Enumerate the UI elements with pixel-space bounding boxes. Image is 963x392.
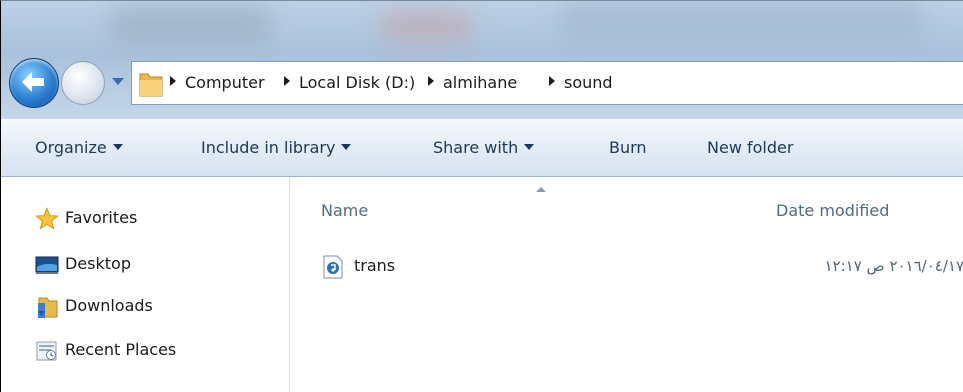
- breadcrumb-separator-icon[interactable]: [284, 76, 290, 86]
- back-arrow-icon: [22, 72, 44, 92]
- audio-file-icon: [323, 255, 343, 279]
- desktop-icon: [35, 256, 59, 274]
- share-with-menu[interactable]: Share with: [433, 138, 535, 157]
- forward-button[interactable]: [61, 61, 105, 105]
- folder-icon: [139, 73, 163, 97]
- sort-ascending-icon: [536, 187, 546, 192]
- organize-menu[interactable]: Organize: [35, 138, 123, 157]
- navigation-pane: Favorites Desktop Downloads Recent Place…: [1, 177, 290, 392]
- nav-recent-places-label: Recent Places: [65, 340, 177, 359]
- chevron-down-icon: [112, 144, 123, 150]
- share-with-label: Share with: [433, 138, 519, 157]
- file-date-modified: ٢٠١٦/٠٤/١٧ ص ١٢:١٧: [824, 257, 963, 275]
- recent-places-icon: [36, 341, 57, 361]
- breadcrumb-local-disk[interactable]: Local Disk (D:): [299, 73, 415, 92]
- back-button[interactable]: [9, 58, 59, 108]
- file-row[interactable]: trans ٢٠١٦/٠٤/١٧ ص ١٢:١٧: [318, 253, 963, 281]
- breadcrumb-separator-icon[interactable]: [428, 76, 434, 86]
- column-header-name[interactable]: Name: [321, 201, 368, 220]
- organize-label: Organize: [35, 138, 107, 157]
- column-header-date-modified[interactable]: Date modified: [776, 201, 889, 220]
- include-in-library-menu[interactable]: Include in library: [201, 138, 352, 157]
- nav-desktop-label: Desktop: [65, 254, 131, 273]
- command-bar: Organize Include in library Share with B…: [1, 119, 963, 177]
- chevron-down-icon: [341, 144, 352, 150]
- breadcrumb-separator-icon[interactable]: [549, 76, 555, 86]
- breadcrumb-computer[interactable]: Computer: [185, 73, 265, 92]
- nav-downloads-label: Downloads: [65, 296, 153, 315]
- burn-button[interactable]: Burn: [609, 138, 647, 157]
- breadcrumb-separator-icon[interactable]: [170, 76, 176, 86]
- file-list: Name Date modified trans ٢٠١٦/٠٤/١٧ ص ١٢…: [290, 177, 963, 392]
- downloads-folder-icon: [38, 297, 58, 318]
- breadcrumb-almihane[interactable]: almihane: [443, 73, 517, 92]
- explorer-window: Computer Local Disk (D:) almihane sound …: [0, 0, 963, 392]
- chevron-down-icon: [524, 144, 535, 150]
- nav-favorites-label: Favorites: [65, 208, 138, 227]
- star-icon: [35, 207, 59, 230]
- new-folder-button[interactable]: New folder: [707, 138, 793, 157]
- address-bar[interactable]: Computer Local Disk (D:) almihane sound: [131, 61, 963, 105]
- file-name: trans: [354, 256, 396, 275]
- breadcrumb-sound[interactable]: sound: [564, 73, 613, 92]
- recent-pages-dropdown-icon[interactable]: [112, 78, 124, 85]
- title-bar: Computer Local Disk (D:) almihane sound: [1, 1, 963, 119]
- include-in-library-label: Include in library: [201, 138, 336, 157]
